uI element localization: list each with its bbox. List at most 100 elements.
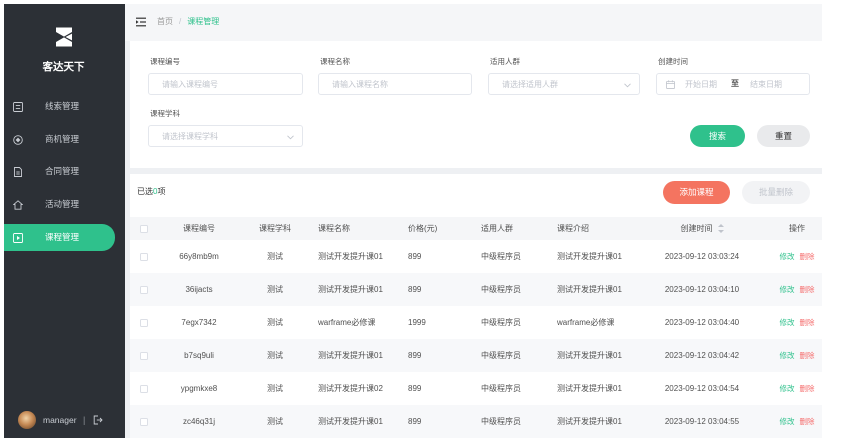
course-intro-cell: 测试开发提升课01 xyxy=(557,285,622,294)
table-row: 7egx7342 测试 warframe必修课 1999 中级程序员 warfr… xyxy=(130,306,822,339)
course-subject-cell: 测试 xyxy=(267,252,283,261)
audience-cell: 中级程序员 xyxy=(481,384,521,393)
row-checkbox[interactable] xyxy=(139,417,148,426)
course-table-panel: 已选0项 添加课程 批量删除 课程编号 课程学科 课程名称 价格(元) 适用人群… xyxy=(130,174,822,438)
edit-link[interactable]: 修改 xyxy=(780,285,795,294)
course-code-field xyxy=(148,73,303,95)
audience-cell: 中级程序员 xyxy=(481,285,521,294)
created-time-cell: 2023-09-12 03:04:54 xyxy=(664,384,740,393)
sidebar-item-label: 线索管理 xyxy=(45,101,80,111)
delete-link[interactable]: 删除 xyxy=(800,252,815,261)
delete-link[interactable]: 删除 xyxy=(800,384,815,393)
audience-select[interactable] xyxy=(488,73,640,95)
sidebar-item-label: 商机管理 xyxy=(45,134,80,144)
search-button[interactable]: 搜索 xyxy=(690,125,745,147)
course-name-input[interactable] xyxy=(319,74,471,94)
header-checkbox-cell xyxy=(130,224,157,233)
delete-link[interactable]: 删除 xyxy=(800,417,815,426)
price-cell: 899 xyxy=(408,384,422,393)
course-code-cell: 66y8mb9m xyxy=(179,252,219,261)
delete-link[interactable]: 删除 xyxy=(800,351,815,360)
logout-icon[interactable] xyxy=(93,415,103,425)
course-subject-cell: 测试 xyxy=(267,285,283,294)
course-code-cell: b7sq9uli xyxy=(184,351,214,360)
subject-select[interactable] xyxy=(148,125,303,147)
select-all-checkbox[interactable] xyxy=(139,224,148,233)
row-checkbox[interactable] xyxy=(139,318,148,327)
sort-icon[interactable] xyxy=(717,224,724,234)
course-subject-cell: 测试 xyxy=(267,351,283,360)
delete-link[interactable]: 删除 xyxy=(800,285,815,294)
batch-delete-button[interactable]: 批量删除 xyxy=(742,181,810,204)
row-checkbox-cell xyxy=(130,318,157,327)
contract-icon xyxy=(14,166,22,177)
price-cell: 899 xyxy=(408,252,422,261)
add-course-button[interactable]: 添加课程 xyxy=(663,181,730,204)
reset-button[interactable]: 重置 xyxy=(757,125,810,147)
row-checkbox[interactable] xyxy=(139,285,148,294)
course-intro-cell: 测试开发提升课01 xyxy=(557,351,622,360)
row-checkbox-cell xyxy=(130,384,157,393)
end-date-input[interactable] xyxy=(750,74,794,94)
sidebar-item-contracts[interactable]: 合同管理 xyxy=(4,158,115,185)
column-header-label: 创建时间 xyxy=(680,224,713,233)
audience-cell: 中级程序员 xyxy=(481,252,521,261)
row-checkbox[interactable] xyxy=(139,252,148,261)
course-code-cell: 36ijacts xyxy=(185,285,213,294)
sidebar-item-opportunities[interactable]: 商机管理 xyxy=(4,126,115,153)
chevron-down-icon xyxy=(287,134,294,139)
actions-cell: 修改 删除 xyxy=(772,251,822,262)
audience-cell: 中级程序员 xyxy=(481,351,521,360)
course-name-cell: 测试开发提升课01 xyxy=(318,417,383,426)
chevron-down-icon xyxy=(624,82,631,87)
breadcrumb-home[interactable]: 首页 xyxy=(157,16,173,28)
created-time-cell: 2023-09-12 03:03:24 xyxy=(664,252,740,261)
opportunity-icon xyxy=(13,134,23,145)
actions-cell: 修改 删除 xyxy=(772,383,822,394)
created-time-cell: 2023-09-12 03:04:42 xyxy=(664,351,740,360)
date-range-separator: 至 xyxy=(731,79,739,88)
edit-link[interactable]: 修改 xyxy=(780,252,795,261)
column-header: 课程编号 xyxy=(183,224,215,233)
actions-cell: 修改 删除 xyxy=(772,317,822,328)
delete-link[interactable]: 删除 xyxy=(800,318,815,327)
price-cell: 899 xyxy=(408,417,422,426)
avatar[interactable] xyxy=(18,411,36,429)
subject-select-input[interactable] xyxy=(149,126,302,146)
price-cell: 899 xyxy=(408,351,422,360)
breadcrumb-separator: / xyxy=(179,17,182,26)
sidebar-item-courses[interactable]: 课程管理 xyxy=(4,224,115,251)
sidebar-item-label: 活动管理 xyxy=(45,199,80,209)
table-row: ypgmkxe8 测试 测试开发提升课02 899 中级程序员 测试开发提升课0… xyxy=(130,372,822,405)
course-code-cell: 7egx7342 xyxy=(181,318,217,327)
row-checkbox-cell xyxy=(130,417,157,426)
course-name-cell: 测试开发提升课02 xyxy=(318,384,383,393)
table-row: b7sq9uli 测试 测试开发提升课01 899 中级程序员 测试开发提升课0… xyxy=(130,339,822,372)
start-date-input[interactable] xyxy=(685,74,729,94)
course-intro-cell: 测试开发提升课01 xyxy=(557,384,622,393)
user-name[interactable]: manager xyxy=(43,411,77,429)
column-header-created-time[interactable]: 创建时间 xyxy=(632,223,772,234)
edit-link[interactable]: 修改 xyxy=(780,351,795,360)
course-intro-cell: 测试开发提升课01 xyxy=(557,252,622,261)
audience-cell: 中级程序员 xyxy=(481,318,521,327)
created-date-range[interactable]: 至 xyxy=(656,73,810,95)
column-header: 价格(元) xyxy=(408,224,438,233)
course-subject-cell: 测试 xyxy=(267,417,283,426)
edit-link[interactable]: 修改 xyxy=(780,384,795,393)
edit-link[interactable]: 修改 xyxy=(780,318,795,327)
course-code-input[interactable] xyxy=(149,74,302,94)
edit-link[interactable]: 修改 xyxy=(780,417,795,426)
row-checkbox[interactable] xyxy=(139,351,148,360)
row-checkbox[interactable] xyxy=(139,384,148,393)
breadcrumb-current: 课程管理 xyxy=(187,17,220,26)
course-name-cell: 测试开发提升课01 xyxy=(318,252,383,261)
course-subject-cell: 测试 xyxy=(267,384,283,393)
menu-fold-icon[interactable] xyxy=(136,17,146,27)
audience-select-input[interactable] xyxy=(489,74,639,94)
created-time-label: 创建时间 xyxy=(658,57,688,66)
sidebar-item-activities[interactable]: 活动管理 xyxy=(4,191,115,218)
sidebar-item-clues[interactable]: 线索管理 xyxy=(4,93,115,120)
course-code-cell: ypgmkxe8 xyxy=(180,384,218,393)
table-row: zc46q31j 测试 测试开发提升课01 899 中级程序员 测试开发提升课0… xyxy=(130,405,822,438)
